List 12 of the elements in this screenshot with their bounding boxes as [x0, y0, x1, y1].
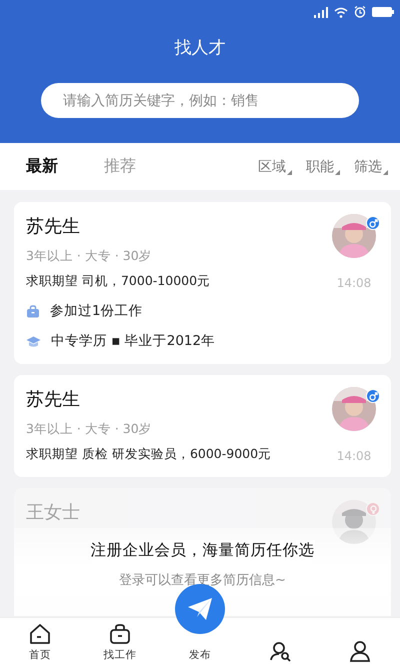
- post-time: 14:08: [336, 449, 372, 463]
- candidate-name: 苏先生: [26, 388, 81, 411]
- page-title: 找人才: [174, 37, 226, 59]
- candidate-info: 3年以上 · 大专 · 30岁: [26, 421, 153, 438]
- detail-text: 中专学历 ▪ 毕业于2012年: [51, 332, 216, 350]
- job-expectation: 求职期望 质检 研发实验员，6000-9000元: [26, 446, 272, 463]
- candidate-name: 苏先生: [26, 215, 81, 238]
- post-time: 14:08: [336, 276, 372, 290]
- job-expectation: 求职期望 司机，7000-10000元: [26, 273, 212, 290]
- candidate-info: 3年以上 · 大专 · 30岁: [26, 248, 153, 265]
- candidate-name: 王女士: [26, 501, 81, 524]
- detail-text: 参加过1份工作: [50, 302, 143, 320]
